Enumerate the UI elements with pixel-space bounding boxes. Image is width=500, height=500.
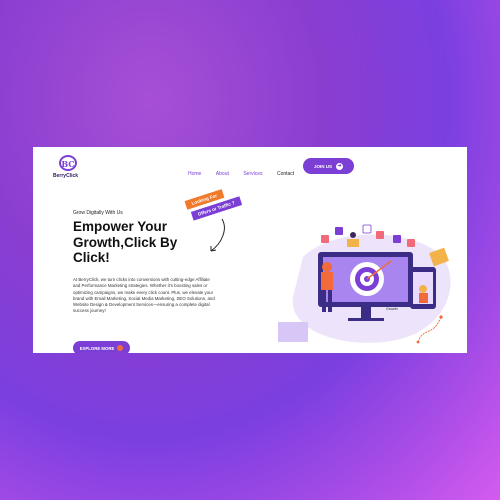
heart-icon [407,239,415,247]
hero-headline: Empower Your Growth,Click By Click! [73,219,178,265]
hero-paragraph: At BerryClick, we turn clicks into conve… [73,277,215,314]
play-icon [393,235,401,243]
brand-name: BerryClick [53,173,79,179]
arrow-right-icon [117,345,124,351]
join-us-button[interactable]: JOIN US ➜ [303,158,354,174]
like-icon [376,231,384,239]
person-right-head [419,285,427,293]
growth-label: Growth [386,307,398,311]
nav-home[interactable]: Home [188,171,201,177]
website-frame: BC BerryClick Home About Services Contac… [33,147,467,353]
nav-about[interactable]: About [216,171,229,177]
explore-more-button[interactable]: EXPLORE MORE [73,341,130,353]
mail-icon [335,227,343,235]
join-us-label: JOIN US [313,163,332,169]
monitor-base [348,318,384,321]
main-nav: Home About Services Contact [188,162,304,177]
nav-services[interactable]: Services [243,171,262,177]
monitor-stand [361,307,371,319]
person-left-body [321,272,333,290]
brand-logo[interactable]: BC BerryClick [53,155,83,183]
social-icon [321,235,329,243]
person-left-head [322,262,332,272]
arrow-right-icon: ➜ [336,162,343,170]
person-head [350,232,356,238]
person-body [347,239,359,247]
side-chart [278,322,308,342]
logo-mark: BC [59,155,77,171]
nav-contact[interactable]: Contact [277,171,294,177]
hero-tagline: Grow Digitally With Us [73,210,123,216]
marketing-illustration [278,224,451,344]
chart-icon [362,224,372,234]
explore-more-label: EXPLORE MORE [79,345,115,351]
